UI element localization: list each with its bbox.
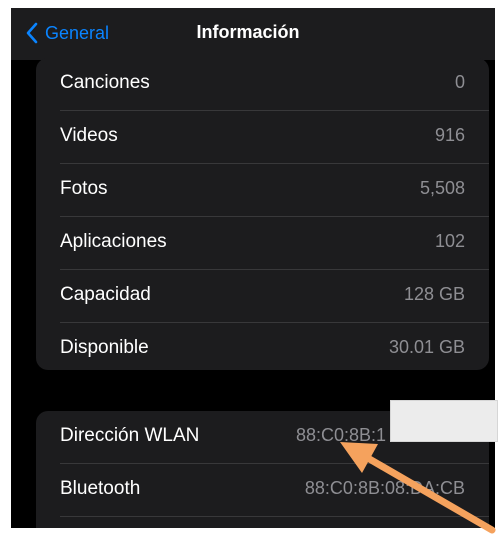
info-group: Canciones 0 Videos 916 Fotos 5,508 Aplic… — [36, 58, 489, 370]
page-title: Información — [196, 22, 300, 42]
list-item-canciones: Canciones 0 — [36, 58, 489, 111]
navigation-bar: General Información — [11, 8, 495, 60]
row-value: 0 — [454, 72, 465, 92]
row-label: Fotos — [60, 178, 108, 199]
row-label: Dirección WLAN — [60, 425, 200, 446]
row-value: 30.01 GB — [388, 337, 465, 357]
list-item-fotos: Fotos 5,508 — [36, 164, 489, 217]
row-value: 5,508 — [419, 178, 465, 198]
redaction-box — [390, 400, 498, 442]
list-item-videos: Videos 916 — [36, 111, 489, 164]
row-label: Capacidad — [60, 284, 151, 305]
row-label: Aplicaciones — [60, 231, 167, 252]
list-item-capacidad: Capacidad 128 GB — [36, 270, 489, 323]
row-value: 88:C0:8B:08:DA:CB — [304, 478, 465, 498]
row-divider — [60, 516, 489, 517]
row-label: Videos — [60, 125, 118, 146]
row-value: 916 — [434, 125, 465, 145]
row-value: 88:C0:8B:1 — [296, 425, 387, 445]
row-label: Disponible — [60, 337, 149, 358]
list-item-bluetooth: Bluetooth 88:C0:8B:08:DA:CB — [36, 464, 489, 517]
row-value: 128 GB — [403, 284, 465, 304]
row-value: 102 — [434, 231, 465, 251]
row-label: Bluetooth — [60, 478, 141, 499]
settings-screen: General Información Canciones 0 Videos 9… — [11, 8, 495, 528]
list-item-aplicaciones: Aplicaciones 102 — [36, 217, 489, 270]
row-label: Canciones — [60, 72, 150, 93]
list-item-disponible: Disponible 30.01 GB — [36, 323, 489, 370]
